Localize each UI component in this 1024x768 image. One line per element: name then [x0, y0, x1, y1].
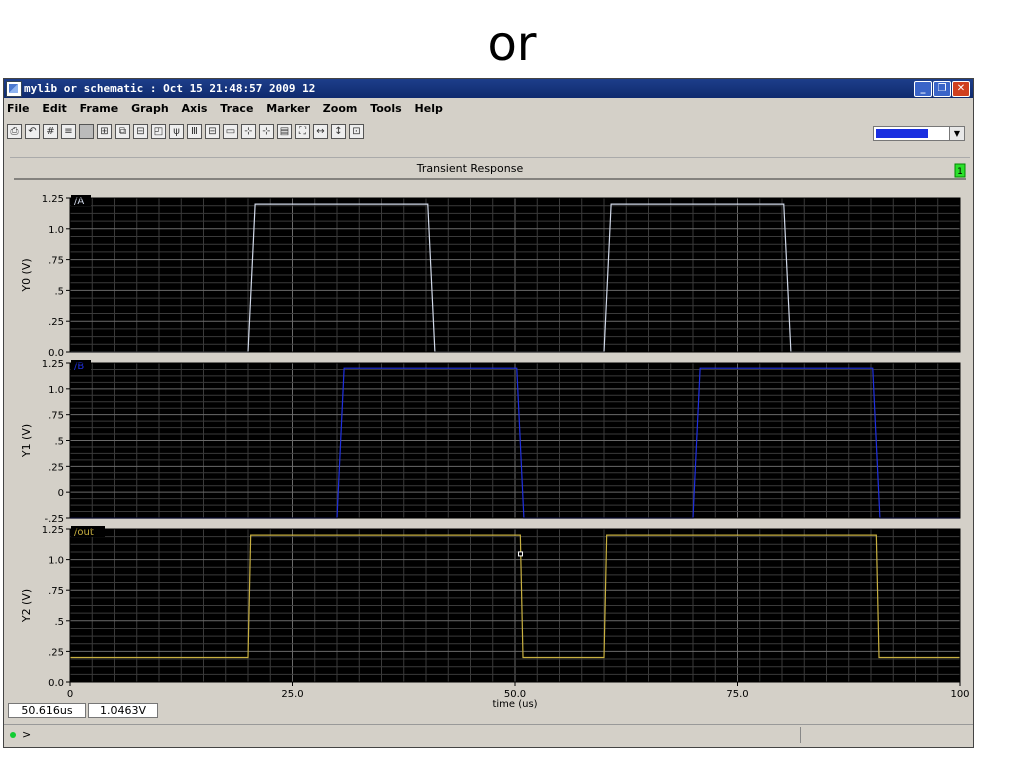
zoom-box-icon[interactable]: ⊡ — [349, 124, 364, 139]
y-tick-label: 1.25 — [42, 194, 64, 205]
command-prompt: > — [22, 728, 32, 741]
y-axis-label: Y1 (V) — [20, 424, 33, 458]
y-tick-label: -.25 — [44, 514, 64, 525]
marker-icon[interactable]: ⊹ — [241, 124, 256, 139]
app-icon — [6, 81, 22, 97]
trace-style-select[interactable]: ▼ — [873, 126, 965, 141]
y-tick-label: .25 — [48, 647, 64, 658]
add-subwindow-icon[interactable]: ⊞ — [97, 124, 112, 139]
marker-time-readout: 50.616us — [8, 703, 86, 718]
grid-icon[interactable]: # — [43, 124, 58, 139]
zoom-y-icon[interactable]: ↕ — [331, 124, 346, 139]
y-tick-label: .5 — [54, 617, 64, 628]
y-tick-label: 0 — [58, 488, 64, 499]
menu-graph[interactable]: Graph — [131, 102, 169, 115]
y-tick-label: 1.0 — [48, 225, 64, 236]
menu-axis[interactable]: Axis — [182, 102, 208, 115]
menu-tools[interactable]: Tools — [370, 102, 401, 115]
trace-color-swatch — [876, 129, 928, 138]
x-axis-label: time (us) — [492, 699, 537, 710]
calculator-icon[interactable]: ▤ — [277, 124, 292, 139]
menu-trace[interactable]: Trace — [220, 102, 253, 115]
marker-value-readout: 1.0463V — [88, 703, 158, 718]
zoom-x-icon[interactable]: ↔ — [313, 124, 328, 139]
restore-icon[interactable]: ❐ — [933, 81, 951, 97]
y-tick-label: 1.0 — [48, 385, 64, 396]
strip-icon[interactable]: ≡ — [61, 124, 76, 139]
title-bar[interactable]: mylib or schematic : Oct 15 21:48:57 200… — [4, 79, 973, 98]
x-tick-label: 25.0 — [281, 689, 303, 700]
trace-icon[interactable]: ψ — [169, 124, 184, 139]
x-tick-label: 75.0 — [726, 689, 748, 700]
copy-subwindow-icon[interactable]: ⧉ — [115, 124, 130, 139]
undo-icon[interactable]: ↶ — [25, 124, 40, 139]
y-tick-label: .25 — [48, 317, 64, 328]
status-indicator-icon — [10, 732, 16, 738]
y-tick-label: .75 — [48, 411, 64, 422]
y-tick-label: 0.0 — [48, 678, 64, 689]
chevron-down-icon[interactable]: ▼ — [949, 127, 964, 140]
delta-marker-icon[interactable]: ⊹ — [259, 124, 274, 139]
close-icon[interactable]: ✕ — [952, 81, 970, 97]
layout-icon[interactable]: ▭ — [223, 124, 238, 139]
y-tick-label: .75 — [48, 256, 64, 267]
y-tick-label: .25 — [48, 462, 64, 473]
menu-zoom[interactable]: Zoom — [323, 102, 358, 115]
menu-frame[interactable]: Frame — [80, 102, 119, 115]
y-tick-label: 0.0 — [48, 348, 64, 359]
trace-marker — [517, 551, 523, 557]
delete-subwindow-icon[interactable]: ⊟ — [133, 124, 148, 139]
window-title: mylib or schematic : Oct 15 21:48:57 200… — [24, 82, 316, 95]
frame-icon[interactable]: ◰ — [151, 124, 166, 139]
slide-title: or — [487, 16, 537, 72]
command-line[interactable]: > — [4, 724, 973, 745]
y-tick-label: 1.0 — [48, 556, 64, 567]
plot-title: Transient Response — [416, 162, 524, 175]
divider — [800, 727, 801, 743]
menu-marker[interactable]: Marker — [266, 102, 310, 115]
print-icon[interactable]: ⎙ — [7, 124, 22, 139]
menu-help[interactable]: Help — [415, 102, 443, 115]
x-tick-label: 100 — [950, 689, 969, 700]
minimize-icon[interactable]: _ — [914, 81, 932, 97]
subwindow-badge-label: 1 — [957, 167, 963, 177]
toolbar: ⎙ ↶ # ≡ ⊞ ⧉ ⊟ ◰ ψ Ⅲ ⊟ ▭ ⊹ ⊹ ▤ ⛶ ↔ ↕ ⊡ — [4, 121, 973, 143]
plot-frame: Transient Response 1 1.25 1.0 .75 .5 .25 0.0 Y0 … — [10, 157, 970, 720]
y-tick-label: 1.25 — [42, 525, 64, 536]
y-tick-label: .5 — [54, 437, 64, 448]
y-axis-label: Y0 (V) — [20, 258, 33, 292]
transient-plot[interactable]: Transient Response 1 1.25 1.0 .75 .5 .25 0.0 Y0 … — [10, 158, 970, 720]
y-tick-label: .75 — [48, 586, 64, 597]
y-tick-label: 1.25 — [42, 359, 64, 370]
menu-edit[interactable]: Edit — [42, 102, 66, 115]
waveform-window: mylib or schematic : Oct 15 21:48:57 200… — [3, 78, 974, 748]
menu-file[interactable]: File — [7, 102, 30, 115]
axes-icon[interactable] — [79, 124, 94, 139]
x-tick-label: 0 — [67, 689, 73, 700]
zoom-fit-icon[interactable]: ⛶ — [295, 124, 310, 139]
y-tick-label: .5 — [54, 286, 64, 297]
split-icon[interactable]: ⊟ — [205, 124, 220, 139]
y-axis-label: Y2 (V) — [20, 589, 33, 623]
bars-icon[interactable]: Ⅲ — [187, 124, 202, 139]
menu-bar: File Edit Frame Graph Axis Trace Marker … — [4, 99, 973, 119]
